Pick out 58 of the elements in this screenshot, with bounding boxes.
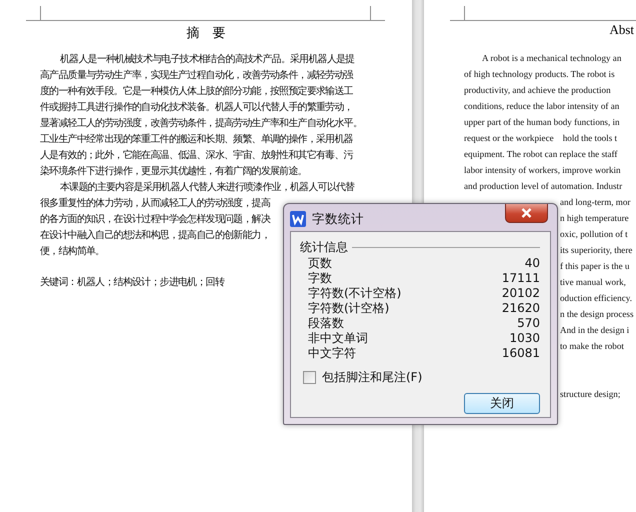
text-line: oxic, pollution of t	[560, 228, 628, 241]
stat-label: 字符数(计空格)	[308, 301, 390, 316]
text-line: 染环境条件下进行操作，更显示其优越性，有着广阔的发展前途。	[40, 164, 307, 179]
close-button[interactable]	[505, 204, 548, 223]
close-icon	[521, 208, 532, 218]
text-line: A robot is a mechanical technology an	[482, 52, 622, 65]
text-line: 便，结构简单。	[40, 244, 104, 259]
text-line: productivity, and achieve the production	[464, 84, 611, 97]
text-line: and production level of automation. Industr	[464, 180, 622, 193]
text-line: 度的一种有效手段。它是一种模仿人体上肢的部分功能，按照预定要求输送工	[40, 84, 353, 99]
page-heading: Abst	[609, 22, 634, 38]
text-line: 机器人是一种机械技术与电子技术相结合的高技术产品。采用机器人是提	[60, 52, 354, 67]
text-line: 工业生产中经常出现的笨重工件的搬运和长期、频繁、单调的操作，采用机器	[40, 132, 353, 147]
stat-value: 570	[517, 316, 540, 331]
close-button[interactable]: 关闭	[464, 393, 540, 414]
stat-value: 21620	[502, 301, 540, 316]
stat-label: 字数	[308, 271, 332, 286]
text-line: to make the robot	[560, 340, 624, 353]
text-line: And in the design i	[560, 324, 630, 337]
stat-label: 非中文单词	[308, 331, 368, 346]
text-line: 很多重复性的体力劳动，从而减轻工人的劳动强度，提高	[40, 196, 270, 211]
dialog-title: 字数统计	[312, 210, 364, 228]
text-line: f this paper is the u	[560, 260, 630, 273]
text-line: conditions, reduce the labor intensity of an	[464, 100, 620, 113]
text-line: and long-term, mor	[560, 196, 630, 209]
text-line: 人是有效的；此外，它能在高温、低温、深水、宇宙、放射性和其它有毒、污	[40, 148, 353, 163]
text-line: oduction efficiency.	[560, 292, 632, 305]
text-line: 高产品质量与劳动生产率，实现生产过程自动化，改善劳动条件，减轻劳动强	[40, 68, 353, 83]
text-line: 件或握持工具进行操作的自动化技术装备。机器人可以代替人手的繁重劳动，	[40, 100, 353, 115]
text-line: 在设计中融入自己的想法和构思，提高自己的创新能力，	[40, 228, 270, 243]
stat-value: 40	[524, 256, 540, 271]
stat-label: 字符数(不计空格)	[308, 286, 402, 301]
app-logo-icon	[290, 211, 306, 227]
stat-value: 17111	[502, 271, 540, 286]
group-label: 统计信息	[300, 238, 348, 256]
text-line: labor intensity of workers, improve workin	[464, 164, 621, 177]
text-line: n the design process	[560, 308, 634, 321]
text-line: 本课题的主要内容是采用机器人代替人来进行喷漆作业，机器人可以代替	[60, 180, 354, 195]
text-line: upper part of the human body functions, in	[464, 116, 620, 129]
checkbox-label: 包括脚注和尾注(F)	[322, 369, 422, 386]
text-line: of high technology products. The robot is	[464, 68, 615, 81]
text-line: 显著减轻工人的劳动强度，改善劳动条件，提高劳动生产率和生产自动化水平。	[40, 116, 362, 131]
stat-value: 20102	[502, 286, 540, 301]
text-line: tive manual work,	[560, 276, 626, 289]
stat-label: 中文字符	[308, 346, 356, 361]
checkbox[interactable]	[303, 371, 316, 384]
text-line: equipment. The robot can replace the staff	[464, 148, 618, 161]
stat-label: 段落数	[308, 316, 344, 331]
keywords-line: structure design;	[560, 388, 620, 401]
stat-value: 16081	[502, 346, 540, 361]
keywords-line: 关键词：机器人；结构设计；步进电机；回转	[40, 276, 224, 290]
text-line: 的各方面的知识，在设计过程中学会怎样发现问题，解决	[40, 212, 270, 227]
text-line: n high temperature	[560, 212, 629, 225]
text-line: request or the workpiece hold the tools t	[464, 132, 618, 145]
page-heading: 摘 要	[186, 25, 226, 43]
stat-value: 1030	[509, 331, 540, 346]
stat-label: 页数	[308, 256, 332, 271]
text-line: its superiority, there	[560, 244, 632, 257]
